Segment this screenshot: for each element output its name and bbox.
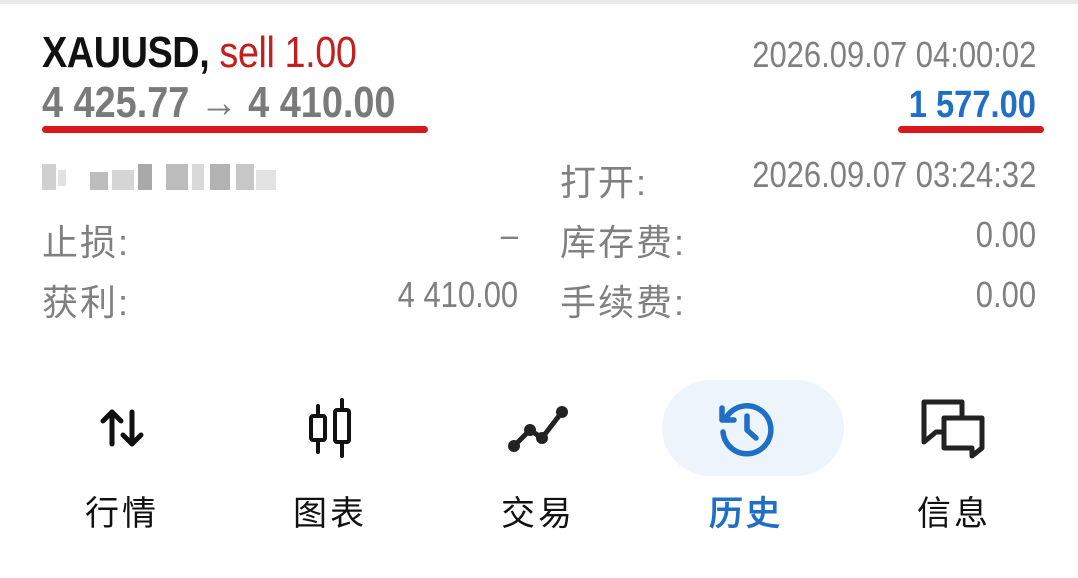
symbol-name: XAUUSD, bbox=[42, 28, 210, 77]
nav-item-trade[interactable]: 交易 bbox=[434, 370, 642, 570]
tp-label: 获利: bbox=[42, 282, 131, 323]
open-label: 打开: bbox=[560, 162, 649, 203]
swap-label: 库存费: bbox=[560, 222, 687, 263]
commission-label: 手续费: bbox=[560, 282, 687, 323]
nav-item-quotes[interactable]: 行情 bbox=[18, 370, 226, 570]
nav-label-history: 历史 bbox=[709, 495, 783, 533]
nav-item-history[interactable]: 历史 bbox=[642, 370, 850, 570]
nav-label-quotes: 行情 bbox=[85, 495, 159, 533]
nav-label-chart: 图表 bbox=[293, 495, 367, 533]
sl-value: – bbox=[500, 214, 518, 255]
close-price: 4 410.00 bbox=[248, 78, 396, 127]
tp-value: 4 410.00 bbox=[397, 274, 518, 315]
nav-label-messages: 信息 bbox=[917, 495, 991, 533]
history-clock-icon bbox=[642, 396, 850, 460]
nav-item-messages[interactable]: 信息 bbox=[850, 370, 1058, 570]
deal-profit: 1 577.00 bbox=[908, 84, 1036, 126]
order-id-redacted bbox=[42, 160, 282, 194]
red-annotation-underline-prices bbox=[42, 126, 428, 133]
swap-value: 0.00 bbox=[975, 214, 1036, 255]
top-divider bbox=[0, 0, 1078, 4]
bottom-navigation: 行情 图表 交易 历史 信息 bbox=[0, 370, 1078, 570]
sl-label: 止损: bbox=[42, 222, 131, 263]
deal-side-volume: sell 1.00 bbox=[219, 28, 357, 77]
arrow-right-icon: → bbox=[199, 78, 238, 127]
messages-icon bbox=[850, 396, 1058, 460]
quotes-arrows-icon bbox=[18, 396, 226, 460]
deal-title: XAUUSD, sell 1.00 bbox=[42, 28, 357, 78]
deal-prices: 4 425.77 → 4 410.00 bbox=[42, 78, 395, 128]
commission-value: 0.00 bbox=[975, 274, 1036, 315]
close-time: 2026.09.07 04:00:02 bbox=[751, 34, 1036, 75]
red-annotation-underline-profit bbox=[898, 126, 1044, 133]
open-time: 2026.09.07 03:24:32 bbox=[751, 154, 1036, 195]
open-price: 4 425.77 bbox=[42, 78, 190, 127]
nav-label-trade: 交易 bbox=[501, 495, 575, 533]
candlestick-chart-icon bbox=[226, 396, 434, 460]
nav-item-chart[interactable]: 图表 bbox=[226, 370, 434, 570]
trade-line-icon bbox=[434, 396, 642, 460]
